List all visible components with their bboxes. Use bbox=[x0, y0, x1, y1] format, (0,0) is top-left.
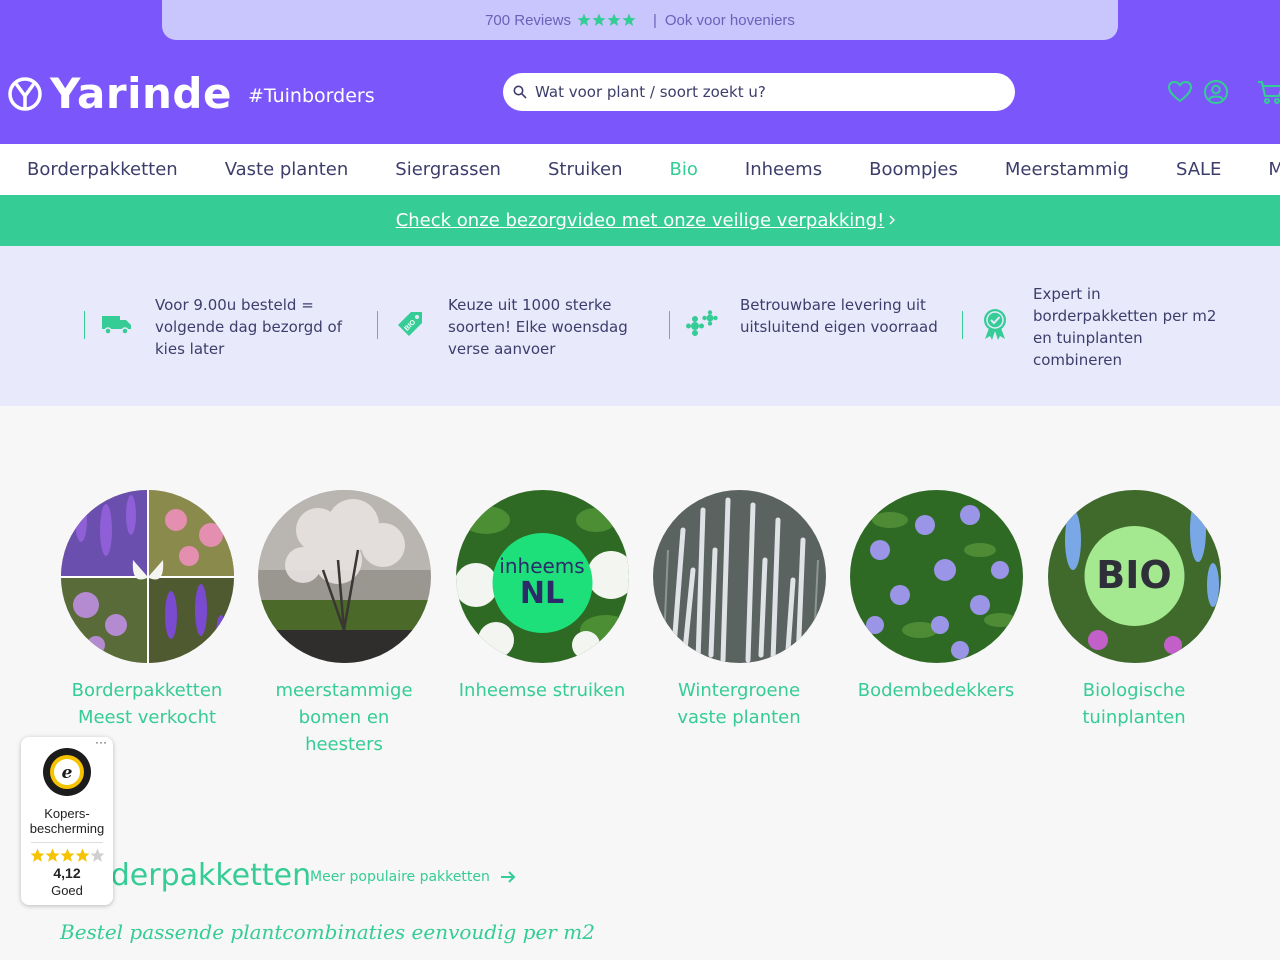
nav-item-more[interactable]: Meer bbox=[1268, 159, 1280, 180]
nav-item-inheems[interactable]: Inheems bbox=[745, 159, 822, 180]
header-icons bbox=[1166, 78, 1280, 106]
more-packages-label: Meer populaire pakketten bbox=[310, 869, 490, 885]
category-label[interactable]: Wintergroene vaste planten bbox=[652, 677, 826, 731]
brand-name: Yarinde bbox=[50, 69, 232, 118]
usp-item: Expert in borderpakketten per m2 en tuin… bbox=[962, 283, 1223, 371]
flowers-icon bbox=[680, 304, 724, 344]
cart-icon[interactable] bbox=[1256, 78, 1280, 106]
trusted-shops-badge[interactable]: ··· e Kopers-bescherming 4,12 Goed bbox=[21, 735, 113, 905]
category-label[interactable]: Borderpakketten Meest verkocht bbox=[60, 677, 234, 731]
logo[interactable]: Yarinde #Tuinborders bbox=[8, 66, 375, 122]
usp-item: Voor 9.00u besteld = volgende dag bezorg… bbox=[84, 294, 355, 360]
usp-text: Betrouwbare levering uit uitsluitend eig… bbox=[740, 296, 938, 336]
nav-item-vaste-planten[interactable]: Vaste planten bbox=[225, 159, 349, 180]
usp-divider bbox=[669, 311, 670, 339]
award-icon bbox=[973, 304, 1017, 344]
usp-text: Expert in borderpakketten per m2 en tuin… bbox=[1033, 285, 1217, 369]
chevron-right-icon[interactable] bbox=[886, 211, 898, 229]
arrow-right-icon bbox=[500, 871, 516, 883]
inheems-badge-bottom: NL bbox=[519, 576, 565, 611]
search-input[interactable] bbox=[535, 83, 995, 101]
section-subtitle: Bestel passende plantcombinaties eenvoud… bbox=[60, 920, 595, 944]
trusted-shops-seal-icon: e bbox=[43, 748, 91, 796]
category-card[interactable]: Wintergroene vaste planten bbox=[652, 490, 826, 731]
category-label[interactable]: Biologische tuinplanten bbox=[1047, 677, 1221, 731]
trust-score: 4,12 bbox=[53, 865, 81, 881]
star-icon bbox=[45, 848, 59, 862]
nav-item-borderpakketten[interactable]: Borderpakketten bbox=[27, 159, 178, 180]
usp-text: Voor 9.00u besteld = volgende dag bezorg… bbox=[155, 296, 342, 358]
bio-tag-icon: BIO bbox=[388, 304, 432, 344]
star-icon bbox=[30, 848, 44, 862]
category-image[interactable] bbox=[257, 490, 431, 663]
category-image[interactable] bbox=[652, 490, 826, 663]
usp-divider bbox=[377, 311, 378, 339]
bio-badge: BIO bbox=[1096, 553, 1172, 597]
usp-text: Keuze uit 1000 sterke soorten! Elke woen… bbox=[448, 296, 628, 358]
trust-menu-icon[interactable]: ··· bbox=[95, 735, 107, 749]
star-icon bbox=[75, 848, 89, 862]
category-label[interactable]: Inheemse struiken bbox=[455, 677, 629, 704]
usp-divider bbox=[84, 311, 85, 339]
category-card[interactable]: BIO Biologische tuinplanten bbox=[1047, 490, 1221, 731]
site-header: 700 Reviews | Ook voor hoveniers Yarinde… bbox=[0, 0, 1280, 144]
topbar-separator: | bbox=[652, 11, 657, 29]
category-image[interactable]: inheems NL bbox=[455, 490, 629, 663]
svg-text:e: e bbox=[62, 763, 73, 783]
category-image[interactable] bbox=[849, 490, 1023, 663]
search-icon[interactable] bbox=[513, 85, 527, 99]
usp-bar: Voor 9.00u besteld = volgende dag bezorg… bbox=[0, 246, 1280, 406]
nav-item-siergrassen[interactable]: Siergrassen bbox=[395, 159, 501, 180]
search-bar[interactable] bbox=[503, 73, 1015, 111]
usp-item: Betrouwbare levering uit uitsluitend eig… bbox=[669, 294, 940, 344]
usp-item: BIO Keuze uit 1000 sterke soorten! Elke … bbox=[377, 294, 648, 360]
review-topbar: 700 Reviews | Ook voor hoveniers bbox=[162, 0, 1118, 40]
main-nav: Borderpakketten Vaste planten Siergrasse… bbox=[0, 144, 1280, 195]
review-stars-icon bbox=[577, 13, 637, 27]
category-card[interactable]: meerstammige bomen en heesters bbox=[257, 490, 431, 758]
nav-item-sale[interactable]: SALE bbox=[1176, 159, 1221, 180]
trust-label: Kopers-bescherming bbox=[29, 806, 105, 836]
trust-divider bbox=[31, 842, 103, 843]
promo-link[interactable]: Check onze bezorgvideo met onze veilige … bbox=[396, 210, 885, 231]
nav-item-meerstammig[interactable]: Meerstammig bbox=[1005, 159, 1129, 180]
category-label[interactable]: meerstammige bomen en heesters bbox=[257, 677, 431, 758]
promo-bar: Check onze bezorgvideo met onze veilige … bbox=[0, 195, 1280, 246]
category-image[interactable] bbox=[60, 490, 234, 663]
truck-icon bbox=[95, 304, 139, 344]
trust-rating-text: Goed bbox=[51, 883, 83, 898]
heart-icon[interactable] bbox=[1166, 78, 1194, 106]
category-card[interactable]: inheems NL Inheemse struiken bbox=[455, 490, 629, 704]
star-icon bbox=[60, 848, 74, 862]
category-card[interactable]: Borderpakketten Meest verkocht bbox=[60, 490, 234, 731]
inheems-badge-top: inheems bbox=[499, 554, 585, 578]
nav-item-bio[interactable]: Bio bbox=[670, 159, 698, 180]
reviews-count[interactable]: 700 Reviews bbox=[485, 12, 571, 29]
brand-tagline: #Tuinborders bbox=[247, 85, 375, 107]
nav-item-boompjes[interactable]: Boompjes bbox=[869, 159, 958, 180]
usp-divider bbox=[962, 311, 963, 339]
category-card[interactable]: Bodembedekkers bbox=[849, 490, 1023, 704]
star-icon bbox=[90, 848, 104, 862]
hoveniers-link[interactable]: Ook voor hoveniers bbox=[665, 12, 795, 29]
nav-item-struiken[interactable]: Struiken bbox=[548, 159, 623, 180]
logo-icon bbox=[8, 77, 42, 111]
category-label[interactable]: Bodembedekkers bbox=[849, 677, 1023, 704]
nav-more-label: Meer bbox=[1268, 159, 1280, 180]
more-packages-link[interactable]: Meer populaire pakketten bbox=[310, 869, 516, 885]
trust-stars bbox=[21, 848, 113, 863]
account-icon[interactable] bbox=[1202, 78, 1230, 106]
category-image[interactable]: BIO bbox=[1047, 490, 1221, 663]
